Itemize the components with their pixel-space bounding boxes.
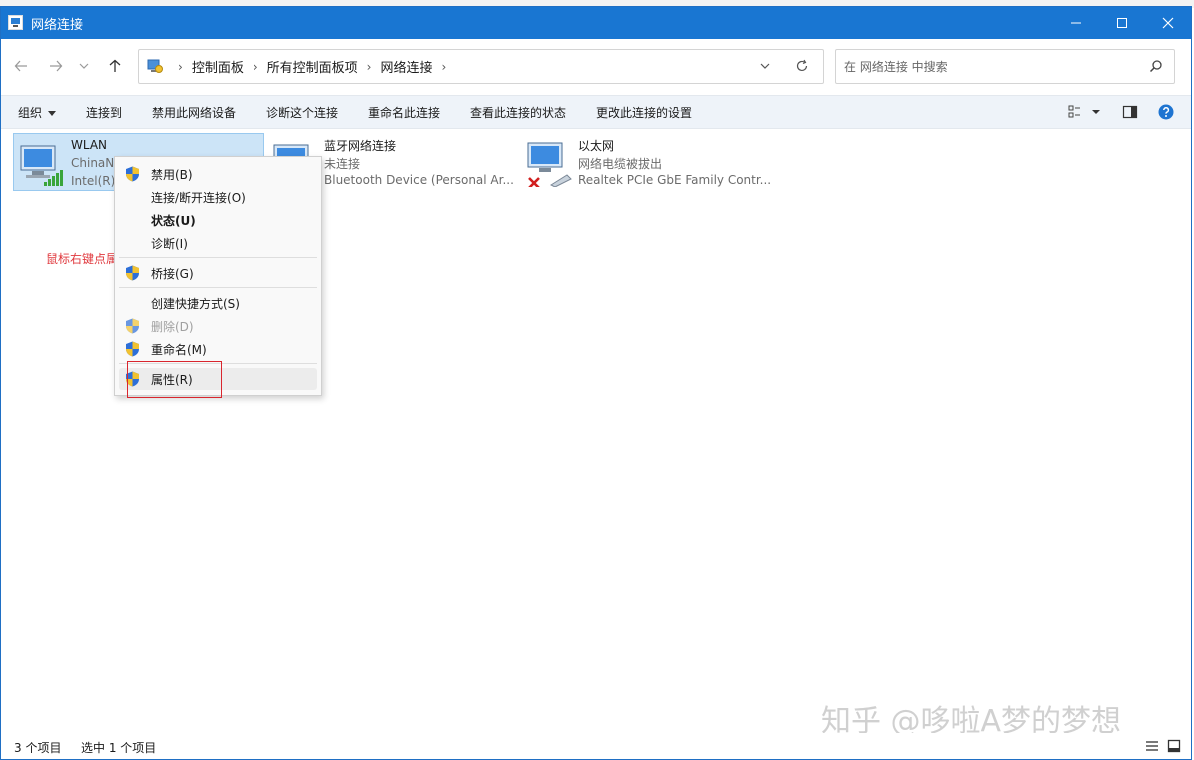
uac-shield-icon: [126, 166, 139, 182]
recent-locations-button[interactable]: [75, 55, 93, 77]
menu-separator: [119, 287, 317, 288]
network-connections-app-icon: [8, 15, 23, 30]
navigation-bar: › 控制面板 › 所有控制面板项 › 网络连接 ›: [1, 39, 1191, 93]
connection-device: Bluetooth Device (Personal Ar...: [324, 173, 514, 187]
menu-item-status[interactable]: 状态(U): [115, 209, 321, 231]
menu-item-label: 状态(U): [151, 214, 196, 228]
connection-name: 蓝牙网络连接: [324, 139, 397, 153]
breadcrumb-separator: ›: [178, 59, 183, 74]
breadcrumb-all-control-panel-items[interactable]: 所有控制面板项: [267, 57, 358, 76]
change-settings-button[interactable]: 更改此连接的设置: [596, 104, 692, 121]
menu-item-disable[interactable]: 禁用(B): [115, 163, 321, 185]
uac-shield-icon: [126, 318, 139, 334]
menu-item-label: 禁用(B): [151, 168, 193, 182]
forward-button[interactable]: [45, 55, 67, 77]
disable-device-button[interactable]: 禁用此网络设备: [152, 104, 236, 121]
item-count: 3 个项目: [14, 741, 62, 755]
back-button[interactable]: [10, 55, 32, 77]
command-bar: 组织 连接到 禁用此网络设备 诊断这个连接 重命名此连接 查看此连接的状态 更改…: [1, 95, 1191, 129]
search-box[interactable]: [835, 49, 1175, 84]
chevron-down-icon: [79, 63, 89, 69]
close-button[interactable]: [1145, 7, 1191, 39]
up-button[interactable]: [104, 55, 126, 77]
rename-connection-button[interactable]: 重命名此连接: [368, 104, 440, 121]
breadcrumb: › 控制面板 › 所有控制面板项 › 网络连接 ›: [169, 50, 455, 83]
menu-item-bridge[interactable]: 桥接(G): [115, 262, 321, 284]
uac-shield-icon: [126, 341, 139, 357]
connection-status: 网络电缆被拔出: [578, 157, 663, 171]
connection-name: WLAN: [71, 138, 108, 152]
menu-item-delete: 删除(D): [115, 315, 321, 337]
context-menu: 禁用(B) 连接/断开连接(O) 状态(U) 诊断(I) 桥接(G) 创建快捷方…: [114, 156, 322, 396]
network-computer-icon: [527, 142, 572, 187]
connection-status: 未连接: [324, 157, 361, 171]
forward-arrow-icon: [50, 60, 63, 72]
view-options-icon[interactable]: [1068, 104, 1102, 120]
address-bar[interactable]: › 控制面板 › 所有控制面板项 › 网络连接 ›: [138, 49, 824, 84]
preview-pane-icon[interactable]: [1122, 104, 1138, 120]
menu-item-connect-disconnect[interactable]: 连接/断开连接(O): [115, 186, 321, 208]
menu-item-label: 诊断(I): [151, 237, 188, 251]
breadcrumb-network-connections[interactable]: 网络连接: [380, 57, 432, 76]
minimize-button[interactable]: [1053, 7, 1099, 39]
menu-item-label: 创建快捷方式(S): [151, 297, 240, 311]
breadcrumb-separator: ›: [252, 59, 258, 74]
breadcrumb-control-panel[interactable]: 控制面板: [192, 57, 244, 76]
close-icon: [1162, 17, 1174, 29]
menu-item-rename[interactable]: 重命名(M): [115, 338, 321, 360]
menu-separator: [119, 257, 317, 258]
search-input[interactable]: [842, 55, 1136, 79]
breadcrumb-separator: ›: [441, 59, 447, 74]
menu-item-label: 删除(D): [151, 320, 194, 334]
network-computer-icon: [20, 145, 63, 186]
up-arrow-icon: [109, 59, 121, 72]
title-bar[interactable]: 网络连接: [1, 7, 1191, 39]
diagnose-connection-button[interactable]: 诊断这个连接: [266, 104, 338, 121]
menu-item-diagnose[interactable]: 诊断(I): [115, 232, 321, 254]
view-status-button[interactable]: 查看此连接的状态: [470, 104, 566, 121]
back-arrow-icon: [14, 60, 27, 72]
maximize-icon: [1117, 18, 1127, 28]
highlight-box: [127, 361, 222, 398]
connection-name: 以太网: [578, 139, 615, 153]
menu-item-label: 重命名(M): [151, 343, 207, 357]
address-history-chevron-icon[interactable]: [759, 60, 771, 72]
organize-menu[interactable]: 组织: [18, 104, 57, 121]
organize-label: 组织: [18, 106, 43, 120]
minimize-icon: [1071, 22, 1081, 24]
window-title: 网络连接: [31, 18, 84, 33]
menu-item-label: 连接/断开连接(O): [151, 191, 246, 205]
caret-down-icon: [48, 111, 57, 116]
breadcrumb-separator: ›: [366, 59, 372, 74]
help-icon[interactable]: [1158, 104, 1174, 120]
maximize-button[interactable]: [1099, 7, 1145, 39]
connection-item-ethernet[interactable]: 以太网 网络电缆被拔出 Realtek PCIe GbE Family Cont…: [521, 133, 781, 189]
status-bar: 3 个项目 选中 1 个项目: [1, 733, 1191, 759]
search-icon[interactable]: [1149, 59, 1163, 73]
menu-item-create-shortcut[interactable]: 创建快捷方式(S): [115, 292, 321, 314]
menu-item-label: 桥接(G): [151, 267, 194, 281]
uac-shield-icon: [126, 265, 139, 281]
tiles-view-icon[interactable]: [1167, 739, 1181, 753]
details-view-icon[interactable]: [1145, 739, 1159, 753]
connect-to-button[interactable]: 连接到: [86, 104, 122, 121]
control-panel-icon: [147, 59, 163, 73]
selection-count: 选中 1 个项目: [81, 741, 157, 755]
connection-device: Realtek PCIe GbE Family Contr...: [578, 173, 772, 187]
refresh-icon[interactable]: [795, 59, 809, 73]
